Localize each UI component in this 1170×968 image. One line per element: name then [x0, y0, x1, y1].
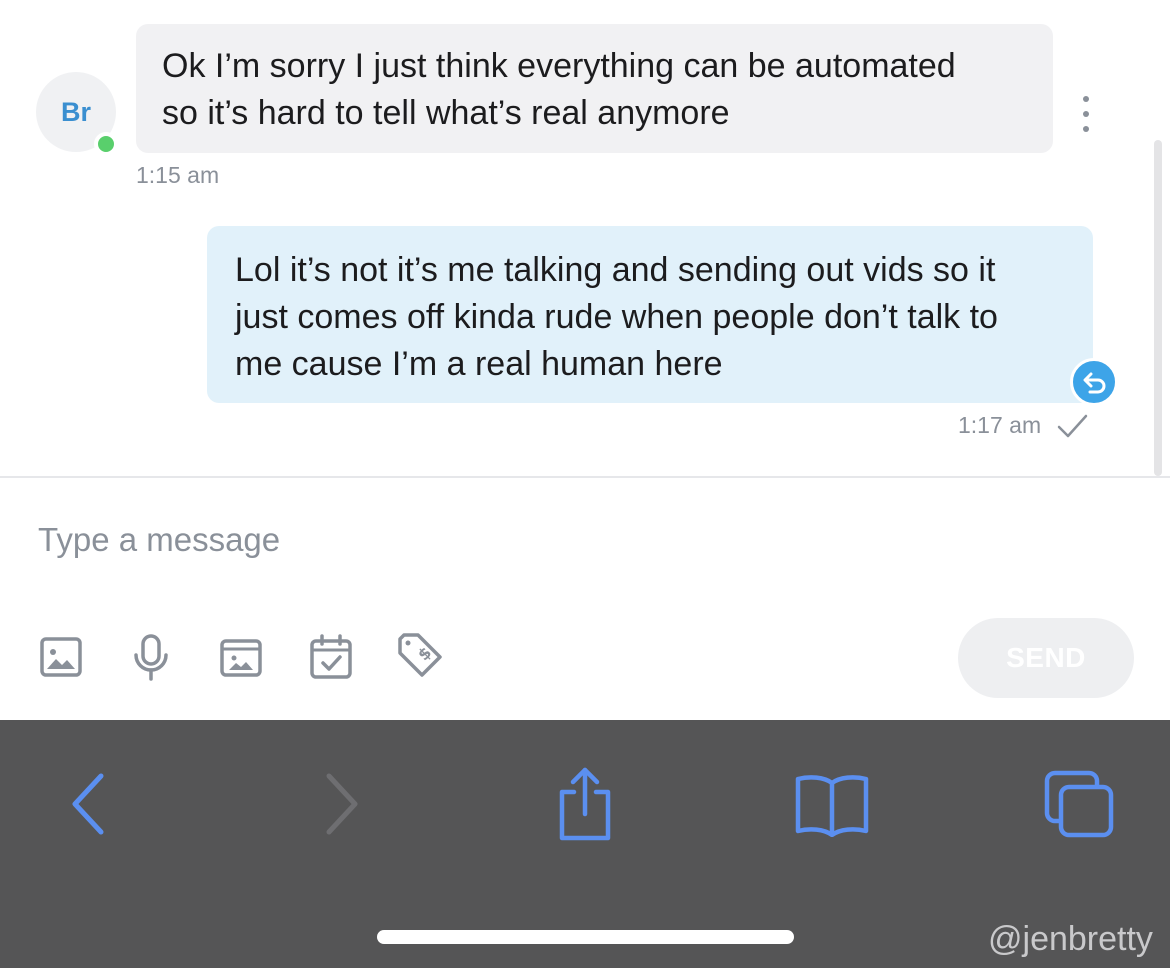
chat-area: Br Ok I’m sorry I just think everything …	[0, 0, 1170, 476]
scrollbar[interactable]	[1154, 140, 1162, 476]
tabs-icon[interactable]	[1042, 764, 1116, 844]
browser-toolbar: @jenbretty	[0, 720, 1170, 968]
microphone-icon[interactable]	[126, 632, 176, 682]
message-line: Ok I’m sorry I just think everything can…	[162, 47, 956, 85]
message-line: just comes off kinda rude when people do…	[235, 298, 998, 336]
message-input[interactable]	[38, 518, 918, 562]
message-line: me cause I’m a real human here	[235, 345, 723, 383]
outgoing-timestamp: 1:17 am	[958, 412, 1042, 438]
bookmarks-icon[interactable]	[794, 764, 870, 844]
message-line: so it’s hard to tell what’s real anymore	[162, 94, 730, 132]
svg-text:$: $	[414, 643, 435, 664]
outgoing-message-bubble[interactable]: Lol it’s not it’s me talking and sending…	[207, 226, 1093, 403]
calendar-check-icon[interactable]	[306, 632, 356, 682]
image-icon[interactable]	[36, 632, 86, 682]
sent-check-icon	[1057, 414, 1088, 438]
unsend-icon[interactable]	[1070, 358, 1118, 406]
more-options-icon[interactable]	[1074, 96, 1098, 132]
media-vault-icon[interactable]	[216, 632, 266, 682]
forward-icon[interactable]	[318, 764, 368, 844]
price-tag-icon[interactable]: $	[396, 632, 446, 682]
online-status-dot	[94, 132, 118, 156]
avatar-initials: Br	[60, 96, 91, 127]
send-button[interactable]: SEND	[958, 618, 1134, 698]
incoming-message-bubble[interactable]: Ok I’m sorry I just think everything can…	[136, 24, 1053, 153]
watermark: @jenbretty	[988, 920, 1153, 958]
message-composer: $ SEND	[0, 478, 1170, 720]
incoming-timestamp: 1:15 am	[136, 162, 220, 188]
home-indicator[interactable]	[377, 930, 794, 944]
share-icon[interactable]	[552, 764, 618, 844]
message-line: Lol it’s not it’s me talking and sending…	[235, 251, 996, 289]
back-icon[interactable]	[62, 764, 112, 844]
